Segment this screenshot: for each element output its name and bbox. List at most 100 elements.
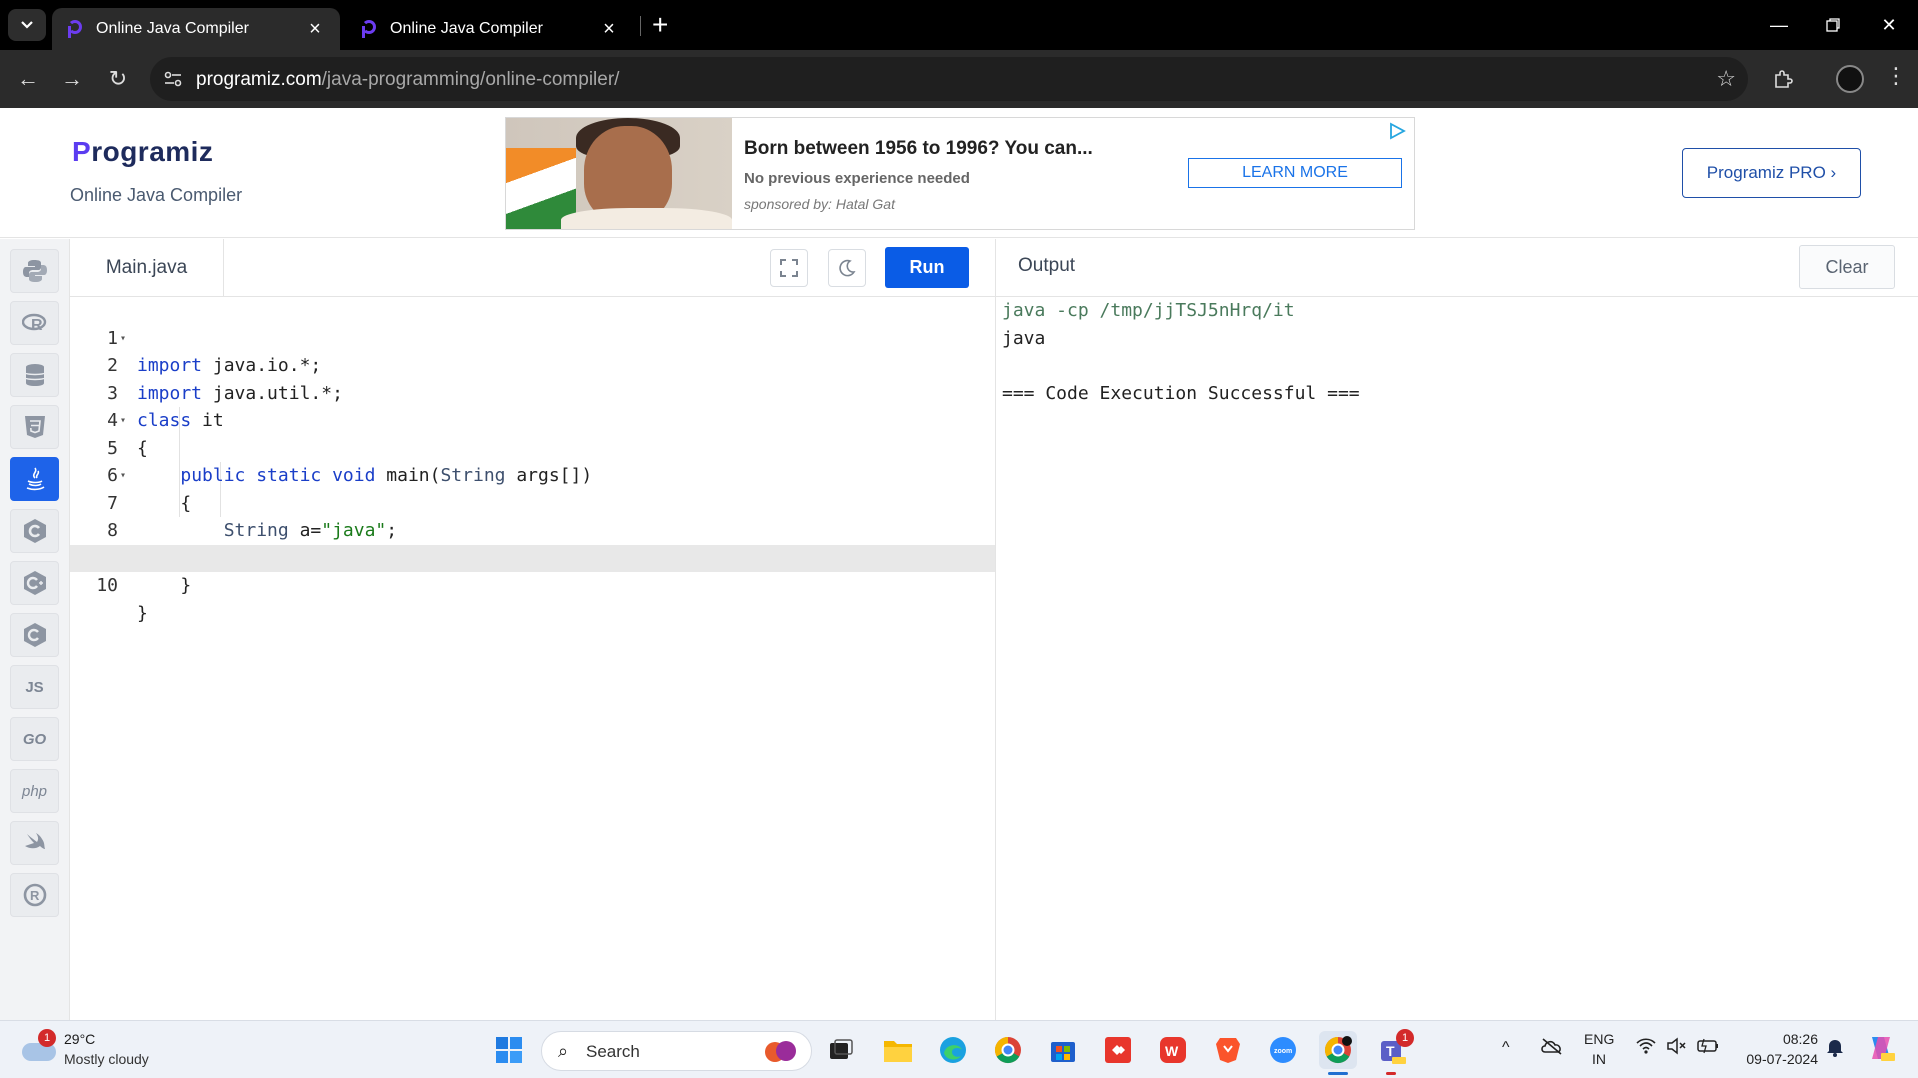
clear-button[interactable]: Clear: [1799, 245, 1895, 289]
code-line: 8 System.out.println(a);: [70, 490, 995, 569]
tab-divider: [640, 16, 641, 36]
file-explorer-icon[interactable]: [879, 1031, 917, 1069]
fullscreen-icon[interactable]: [770, 249, 808, 287]
notification-bell-icon[interactable]: [1826, 1037, 1844, 1060]
chrome-active-icon[interactable]: [1319, 1031, 1357, 1069]
clock-time[interactable]: 08:26: [1776, 1031, 1818, 1047]
task-view-icon[interactable]: [822, 1031, 860, 1069]
edge-browser-icon[interactable]: [934, 1031, 972, 1069]
minimize-icon[interactable]: —: [1756, 10, 1802, 40]
close-icon[interactable]: ×: [304, 18, 326, 40]
zoom-icon[interactable]: zoom: [1264, 1031, 1302, 1069]
code-line: 3 class it: [70, 352, 995, 432]
tab-title: Online Java Compiler: [390, 20, 543, 37]
code-area[interactable]: 1 ▾ import java.io.*; 2 import java.util.…: [70, 297, 995, 1020]
back-arrow-icon[interactable]: ←: [12, 63, 44, 95]
address-bar[interactable]: programiz.com/java-programming/online-co…: [150, 57, 1748, 101]
address-bar-row: ← → ↻ programiz.com/java-programming/onl…: [0, 50, 1918, 108]
close-icon[interactable]: ×: [598, 18, 620, 40]
app-attention-indicator: [1386, 1072, 1396, 1075]
extensions-puzzle-icon[interactable]: [1767, 63, 1799, 95]
more-menu-icon[interactable]: ⋮: [1880, 63, 1912, 89]
tab-search-button[interactable]: [8, 9, 46, 41]
browser-tab-1[interactable]: Online Java Compiler ×: [52, 8, 340, 50]
go-icon[interactable]: GO: [10, 717, 59, 761]
url-host: programiz.com: [196, 69, 322, 90]
code-text: }: [137, 575, 192, 596]
html-icon[interactable]: [10, 405, 59, 449]
sql-icon[interactable]: [10, 353, 59, 397]
chevron-up-icon[interactable]: ^: [1502, 1039, 1510, 1057]
windows-taskbar: 1 29°C Mostly cloudy ⌕ Search W zoom T 1: [0, 1020, 1918, 1078]
onedrive-offline-icon[interactable]: [1540, 1037, 1564, 1058]
weather-description[interactable]: Mostly cloudy: [64, 1051, 149, 1067]
cpp-icon[interactable]: [10, 561, 59, 605]
line-number: 10: [96, 575, 118, 596]
taskbar-search-placeholder: Search: [586, 1042, 640, 1061]
page-subtitle: Online Java Compiler: [70, 185, 243, 205]
adchoices-icon[interactable]: [1388, 122, 1408, 140]
code-line: 2 import java.util.*;: [70, 325, 995, 404]
search-highlight-icon: [765, 1041, 796, 1062]
wifi-icon[interactable]: [1636, 1037, 1656, 1058]
run-button[interactable]: Run: [885, 247, 969, 288]
ad-sponsor: sponsored by: Hatal Gat: [744, 196, 895, 212]
php-icon[interactable]: php: [10, 769, 59, 813]
clock-date[interactable]: 09-07-2024: [1740, 1051, 1818, 1067]
forward-arrow-icon[interactable]: →: [56, 63, 88, 95]
output-line: java -cp /tmp/jjTSJ5nHrq/it: [1002, 300, 1295, 321]
chrome-icon[interactable]: [989, 1031, 1027, 1069]
teams-notification-badge: 1: [1396, 1029, 1414, 1047]
microsoft-store-icon[interactable]: [1044, 1031, 1082, 1069]
svg-text:R: R: [30, 888, 40, 903]
code-line: 7 String a="java";: [70, 462, 995, 542]
wps-office-icon[interactable]: W: [1154, 1031, 1192, 1069]
browser-tab-2[interactable]: Online Java Compiler ×: [346, 8, 634, 50]
brave-browser-icon[interactable]: [1209, 1031, 1247, 1069]
c-icon[interactable]: [10, 509, 59, 553]
advertisement-banner[interactable]: Born between 1956 to 1996? You can... No…: [505, 117, 1415, 230]
weather-temperature[interactable]: 29°C: [64, 1031, 95, 1047]
file-tab-main-java[interactable]: Main.java: [70, 239, 224, 297]
active-app-indicator: [1328, 1072, 1348, 1075]
speaker-muted-icon[interactable]: [1666, 1037, 1686, 1058]
programiz-favicon-icon: [66, 20, 82, 38]
programiz-favicon-icon: [360, 20, 376, 38]
language-indicator-top[interactable]: ENG: [1584, 1031, 1614, 1047]
battery-icon[interactable]: [1696, 1037, 1720, 1058]
dark-mode-moon-icon[interactable]: [828, 249, 866, 287]
r-icon[interactable]: R: [10, 301, 59, 345]
swift-icon[interactable]: [10, 821, 59, 865]
output-console[interactable]: java -cp /tmp/jjTSJ5nHrq/it java === Cod…: [1002, 297, 1360, 407]
programiz-logo[interactable]: Programiz: [72, 136, 213, 168]
java-icon[interactable]: [10, 457, 59, 501]
code-text: }: [137, 602, 148, 624]
output-line: === Code Execution Successful ===: [1002, 382, 1360, 404]
code-line: 9 }: [70, 517, 995, 597]
site-info-icon[interactable]: [162, 68, 184, 90]
bookmark-star-icon[interactable]: ☆: [1716, 66, 1736, 92]
code-line: 4 ▾ {: [70, 380, 995, 459]
anydesk-icon[interactable]: [1099, 1031, 1137, 1069]
output-panel: Output Clear java -cp /tmp/jjTSJ5nHrq/it…: [995, 239, 1918, 1020]
language-indicator-bottom[interactable]: IN: [1592, 1051, 1606, 1067]
language-sidebar: R JS GO php R: [0, 239, 70, 1020]
javascript-icon[interactable]: JS: [10, 665, 59, 709]
window-close-icon[interactable]: ✕: [1866, 10, 1912, 40]
copilot-icon[interactable]: [1866, 1033, 1896, 1066]
ad-title[interactable]: Born between 1956 to 1996? You can...: [744, 138, 1093, 160]
csharp-icon[interactable]: [10, 613, 59, 657]
windows-start-icon[interactable]: [490, 1031, 528, 1069]
reload-icon[interactable]: ↻: [102, 63, 134, 95]
rust-icon[interactable]: R: [10, 873, 59, 917]
python-icon[interactable]: [10, 249, 59, 293]
code-line: 1 ▾ import java.io.*;: [70, 297, 995, 377]
weather-badge: 1: [38, 1029, 56, 1047]
url-path: /java-programming/online-compiler/: [321, 69, 620, 90]
taskbar-search-box[interactable]: ⌕ Search: [541, 1031, 812, 1071]
profile-avatar[interactable]: [1836, 65, 1864, 93]
programiz-pro-button[interactable]: Programiz PRO ›: [1682, 148, 1861, 198]
ad-learn-more-button[interactable]: LEARN MORE: [1188, 158, 1402, 188]
restore-icon[interactable]: [1810, 10, 1856, 40]
new-tab-plus-icon[interactable]: +: [652, 10, 668, 40]
